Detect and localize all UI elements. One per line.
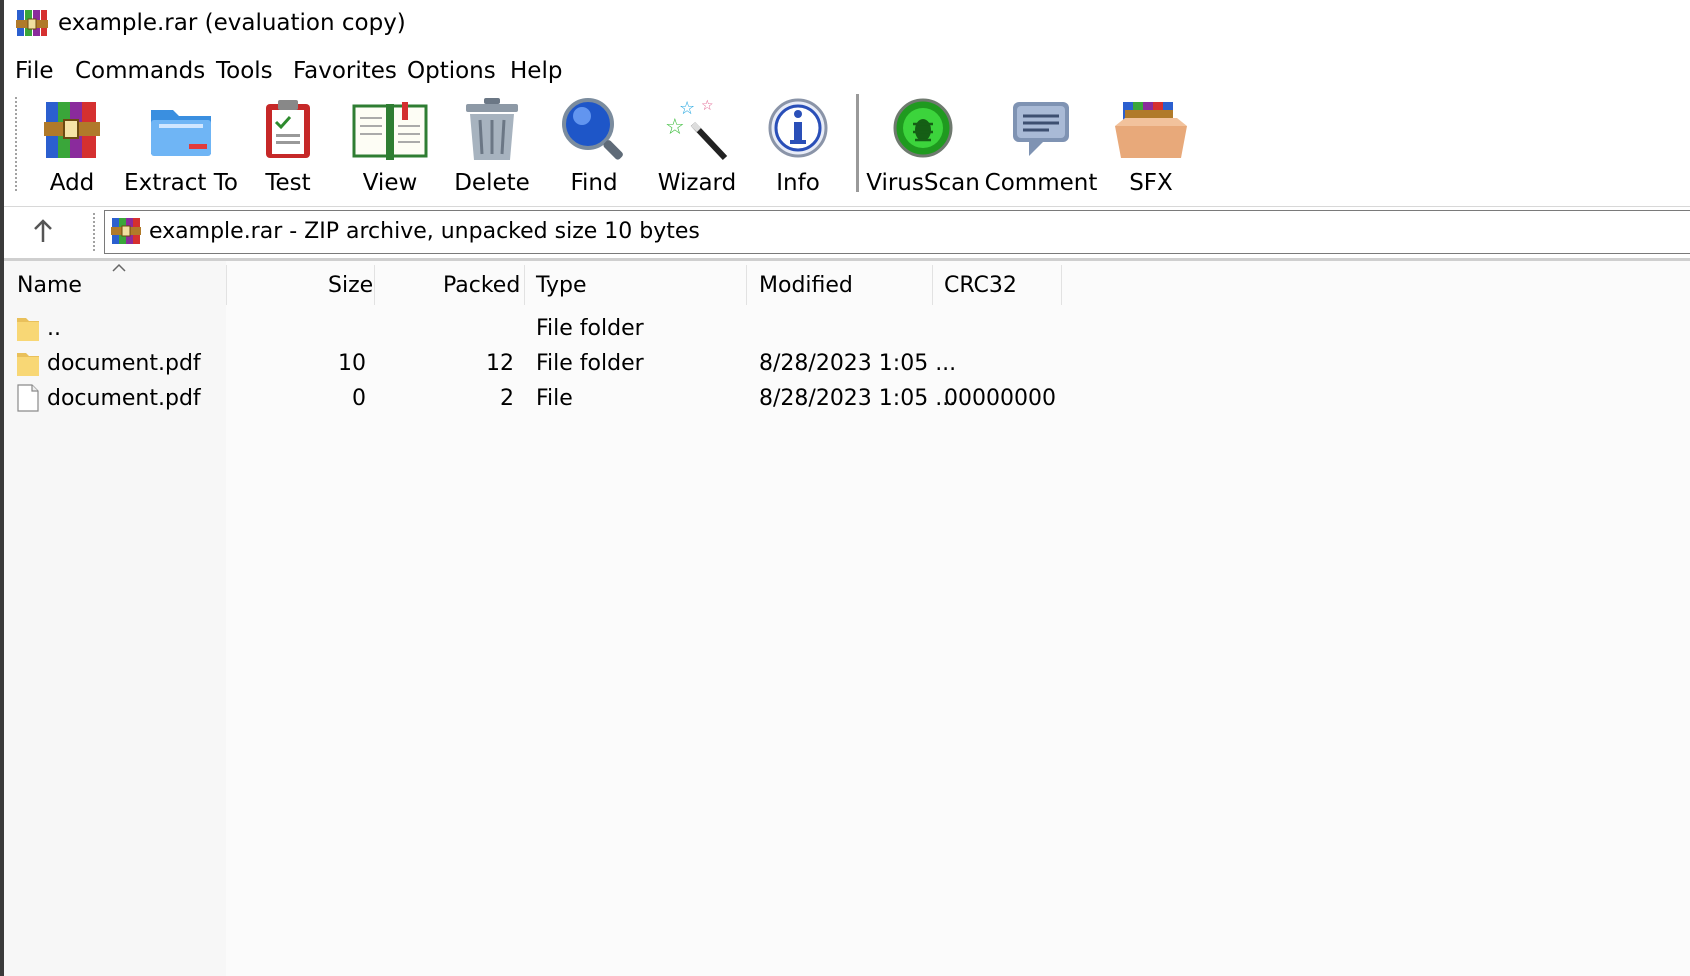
column-separator[interactable] xyxy=(226,265,227,305)
menu-file[interactable]: File xyxy=(15,58,54,84)
address-grip[interactable] xyxy=(92,212,96,252)
row-packed: 12 xyxy=(486,351,514,376)
magic-wand-icon: ☆ ☆ ☆ xyxy=(665,98,728,161)
row-modified: 8/28/2023 1:05 ... xyxy=(759,351,957,376)
book-icon xyxy=(352,102,428,160)
folder-icon xyxy=(17,318,39,341)
add-button[interactable]: Add xyxy=(22,96,122,200)
virusscan-button[interactable]: VirusScan xyxy=(866,96,980,200)
folder-icon xyxy=(17,353,39,376)
address-bar-row: example.rar - ZIP archive, unpacked size… xyxy=(4,206,1690,258)
address-divider xyxy=(4,206,1690,207)
info-label: Info xyxy=(776,170,820,196)
row-packed: 2 xyxy=(500,386,514,411)
column-header-type[interactable]: Type xyxy=(536,273,587,298)
address-field[interactable]: example.rar - ZIP archive, unpacked size… xyxy=(104,210,1690,254)
column-header-packed[interactable]: Packed xyxy=(443,273,520,298)
file-icon xyxy=(17,384,39,412)
menu-help[interactable]: Help xyxy=(510,58,562,84)
menu-options[interactable]: Options xyxy=(407,58,496,84)
row-type: File folder xyxy=(536,316,644,341)
winrar-icon xyxy=(16,10,48,36)
comment-icon xyxy=(1013,102,1069,156)
column-separator[interactable] xyxy=(746,265,747,305)
column-header-modified[interactable]: Modified xyxy=(759,273,853,298)
menu-favorites[interactable]: Favorites xyxy=(293,58,397,84)
comment-button[interactable]: Comment xyxy=(985,96,1097,200)
archive-icon xyxy=(111,218,141,244)
magnifier-icon xyxy=(562,98,623,160)
row-crc32: 00000000 xyxy=(944,386,1056,411)
column-separator[interactable] xyxy=(374,265,375,305)
toolbar: Add Extract To Test View Delete Find ☆ ☆… xyxy=(4,92,1690,204)
table-row[interactable]: document.pdf 0 2 File 8/28/2023 1:05 ...… xyxy=(4,382,1690,416)
row-name: document.pdf xyxy=(47,386,201,411)
test-clipboard-icon xyxy=(266,100,310,158)
column-header-name[interactable]: Name xyxy=(17,273,82,298)
info-icon xyxy=(768,98,828,158)
column-separator[interactable] xyxy=(524,265,525,305)
title-bar: example.rar (evaluation copy) xyxy=(4,0,1690,48)
up-arrow-icon[interactable] xyxy=(28,216,58,246)
sfx-box-icon xyxy=(1115,102,1187,158)
sfx-button[interactable]: SFX xyxy=(1101,96,1201,200)
trash-icon xyxy=(466,98,518,160)
column-header-crc32[interactable]: CRC32 xyxy=(944,273,1017,298)
row-size: 10 xyxy=(338,351,366,376)
info-button[interactable]: Info xyxy=(748,96,848,200)
row-name: .. xyxy=(47,316,61,341)
virus-scan-icon xyxy=(893,98,953,158)
row-type: File xyxy=(536,386,573,411)
table-row[interactable]: document.pdf 10 12 File folder 8/28/2023… xyxy=(4,347,1690,381)
column-separator[interactable] xyxy=(1061,265,1062,305)
address-text: example.rar - ZIP archive, unpacked size… xyxy=(149,219,700,244)
column-headers: Name Size Packed Type Modified CRC32 xyxy=(4,261,1690,309)
menu-bar: File Commands Tools Favorites Options He… xyxy=(4,52,1690,90)
row-name: document.pdf xyxy=(47,351,201,376)
sfx-label: SFX xyxy=(1129,170,1173,196)
window-title: example.rar (evaluation copy) xyxy=(58,10,406,36)
menu-tools[interactable]: Tools xyxy=(216,58,273,84)
svg-text:☆: ☆ xyxy=(679,98,695,119)
row-modified: 8/28/2023 1:05 ... xyxy=(759,386,957,411)
extract-to-button[interactable]: Extract To xyxy=(124,96,238,200)
menu-commands[interactable]: Commands xyxy=(75,58,205,84)
table-row[interactable]: .. File folder xyxy=(4,312,1690,346)
column-header-size[interactable]: Size xyxy=(328,273,373,298)
add-icon xyxy=(44,102,100,158)
sort-ascending-caret-icon xyxy=(112,263,126,272)
svg-text:☆: ☆ xyxy=(701,98,714,114)
column-separator[interactable] xyxy=(932,265,933,305)
row-size: 0 xyxy=(352,386,366,411)
row-type: File folder xyxy=(536,351,644,376)
extract-folder-icon xyxy=(151,110,211,156)
file-list: Name Size Packed Type Modified CRC32 .. … xyxy=(4,258,1690,976)
